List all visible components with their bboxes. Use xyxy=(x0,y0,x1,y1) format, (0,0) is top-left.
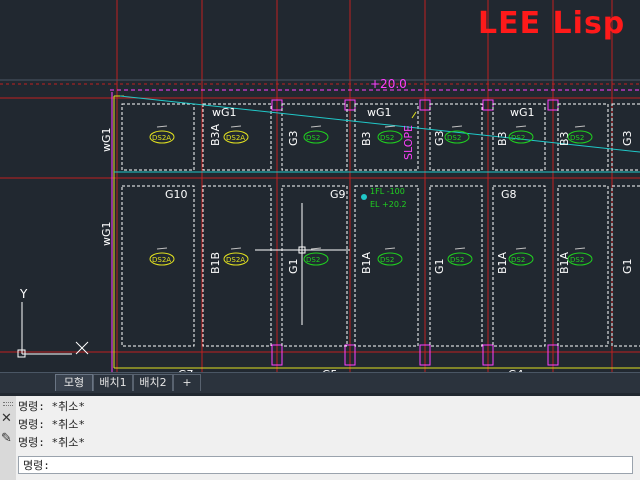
beam-label: B3 xyxy=(496,131,509,146)
slab-tag: DS2A xyxy=(226,256,245,264)
command-window: ✕ ✎ 명령: *취소* 명령: *취소* 명령: *취소* 명령: xyxy=(0,396,640,480)
tab-add[interactable]: + xyxy=(173,374,201,391)
slab-tag: DS2 xyxy=(511,134,525,142)
beam-label: G1 xyxy=(621,258,634,274)
slab-direction-arrow xyxy=(515,247,527,250)
girder-label: wG1 xyxy=(100,221,113,246)
girder-label: G9 xyxy=(330,188,346,201)
beam-label: G1 xyxy=(287,258,300,274)
slab-direction-arrow xyxy=(515,125,527,128)
beam-label: B3A xyxy=(209,123,222,146)
slab-direction-arrow xyxy=(230,125,242,128)
command-toolbar: ✕ ✎ xyxy=(0,396,16,480)
slab-direction-arrow xyxy=(156,247,168,250)
grip-icon[interactable] xyxy=(3,402,13,406)
girder-label: wG1 xyxy=(100,127,113,152)
slab-direction-arrow xyxy=(451,125,463,128)
girder-label: wG1 xyxy=(212,106,237,119)
history-line: 명령: *취소* xyxy=(18,418,85,431)
cad-drawing[interactable]: Y +20.0 SLOPE 1FL -100 EL +20.2 wG1 wG1 wG… xyxy=(0,0,640,372)
tab-layout2[interactable]: 배치2 xyxy=(133,374,173,391)
level-note-1: 1FL -100 xyxy=(370,187,405,196)
customize-icon[interactable]: ✎ xyxy=(1,432,12,446)
ucs-y-label: Y xyxy=(19,287,28,301)
drawing-canvas[interactable]: Y +20.0 SLOPE 1FL -100 EL +20.2 wG1 wG1 wG… xyxy=(0,0,640,372)
slab-direction-arrow xyxy=(454,247,466,250)
slab-tag: DS2 xyxy=(380,256,394,264)
slab-tag: DS2 xyxy=(570,256,584,264)
slab-direction-arrow xyxy=(310,125,322,128)
beam-label: G3 xyxy=(433,130,446,146)
slab-tag: DS2A xyxy=(226,134,245,142)
tab-model[interactable]: 모형 xyxy=(55,374,93,391)
slab-direction-arrow xyxy=(574,125,586,128)
close-icon[interactable]: ✕ xyxy=(1,412,12,426)
layout-tabs: 모형 배치1 배치2 + xyxy=(0,372,640,393)
slab-tag: DS2A xyxy=(152,256,171,264)
command-history: 명령: *취소* 명령: *취소* 명령: *취소* xyxy=(18,398,640,452)
slab-tag: DS2 xyxy=(447,134,461,142)
slab-direction-arrow xyxy=(156,125,168,128)
command-input[interactable]: 명령: xyxy=(18,456,633,474)
slab-tag: DS2A xyxy=(152,134,171,142)
slab-tag: DS2 xyxy=(511,256,525,264)
beam-label: B1A xyxy=(496,251,509,274)
girder-label: G8 xyxy=(501,188,517,201)
slab-direction-arrow xyxy=(230,247,242,250)
girder-label: wG1 xyxy=(367,106,392,119)
slab-tag: DS2 xyxy=(306,134,320,142)
level-note-2: EL +20.2 xyxy=(370,200,407,209)
history-line: 명령: *취소* xyxy=(18,436,85,449)
beam-label: G1 xyxy=(433,258,446,274)
beam-label: G3 xyxy=(621,130,634,146)
girder-label: wG1 xyxy=(510,106,535,119)
beam-label: B1B xyxy=(209,252,222,274)
brand-watermark: LEE Lisp xyxy=(478,6,626,41)
slab-direction-arrow xyxy=(310,247,322,250)
elevation-label: +20.0 xyxy=(370,77,407,91)
beam-label: B1A xyxy=(360,251,373,274)
crosshair-cursor xyxy=(255,203,350,325)
beam-label: B3 xyxy=(360,131,373,146)
tab-layout1[interactable]: 배치1 xyxy=(93,374,133,391)
slab-tag: DS2 xyxy=(306,256,320,264)
slab-tag: DS2 xyxy=(450,256,464,264)
girder-label: G10 xyxy=(165,188,188,201)
slope-label: SLOPE xyxy=(402,125,415,160)
slab-tag: DS2 xyxy=(570,134,584,142)
history-line: 명령: *취소* xyxy=(18,400,85,413)
slab-tag: DS2 xyxy=(380,134,394,142)
ucs-icon xyxy=(17,302,89,358)
beam-label: G3 xyxy=(287,130,300,146)
slab-direction-arrow xyxy=(384,125,396,128)
slab-direction-arrow xyxy=(574,247,586,250)
slab-direction-arrow xyxy=(384,247,396,250)
